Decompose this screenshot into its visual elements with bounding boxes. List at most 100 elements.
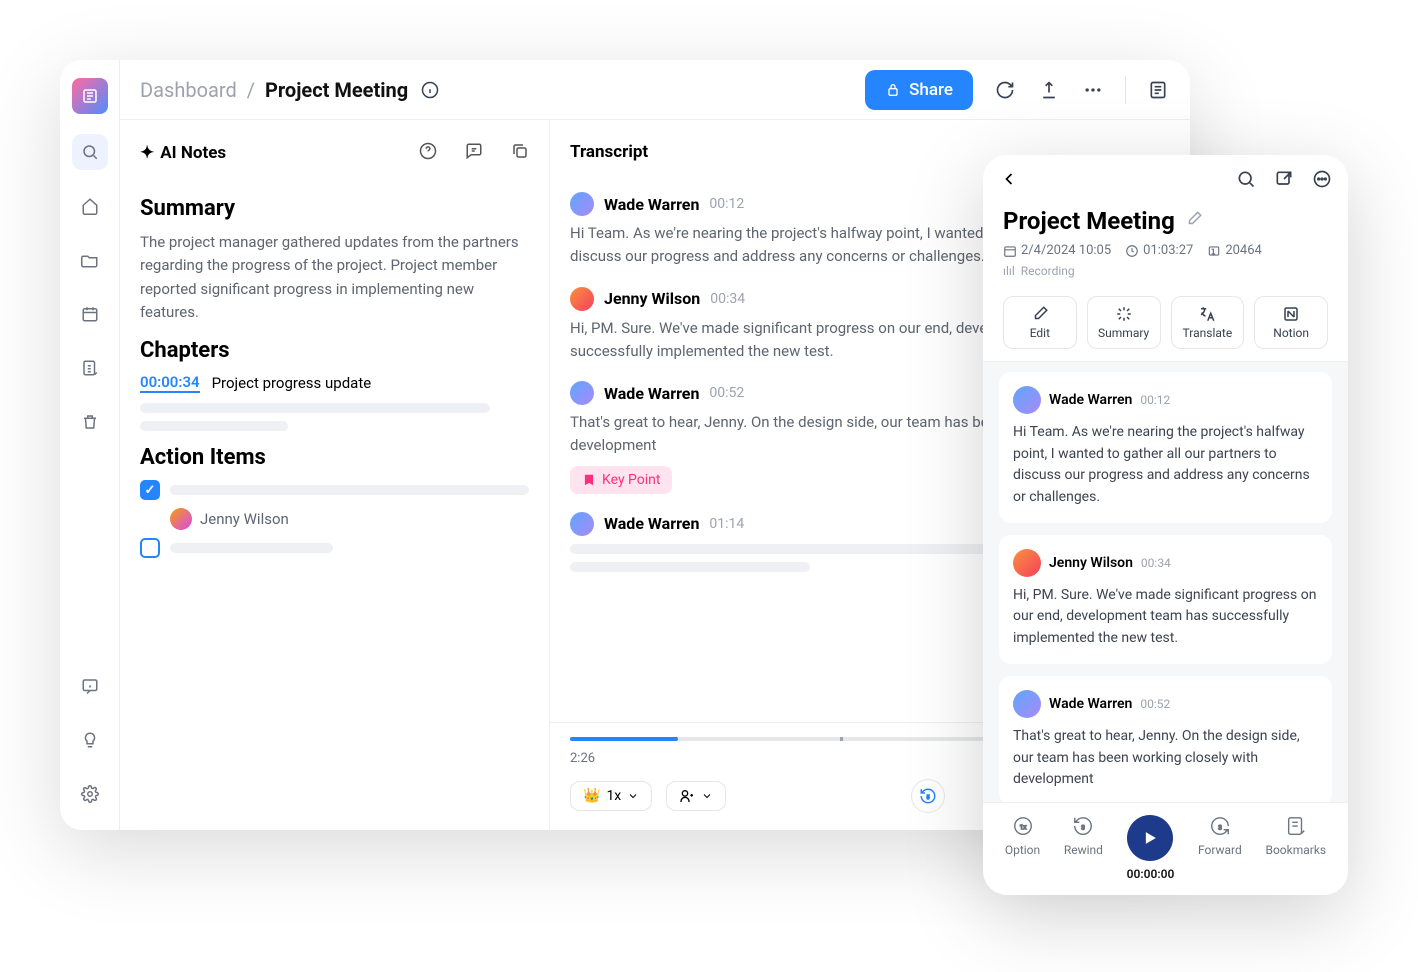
- mobile-title: Project Meeting: [1003, 207, 1175, 235]
- action-label: Edit: [1030, 326, 1050, 340]
- more-icon[interactable]: [1081, 78, 1105, 102]
- feedback-icon[interactable]: [72, 668, 108, 704]
- play-button[interactable]: [1127, 815, 1173, 861]
- mobile-transcript-body[interactable]: Wade Warren 00:12 Hi Team. As we're neari…: [983, 361, 1348, 802]
- home-icon[interactable]: [72, 188, 108, 224]
- upload-icon[interactable]: [1037, 78, 1061, 102]
- mobile-actions: Edit Summary Translate Notion: [983, 288, 1348, 361]
- breadcrumb-dashboard[interactable]: Dashboard: [140, 78, 237, 102]
- speaker-name: Wade Warren: [604, 384, 699, 403]
- trash-icon[interactable]: [72, 404, 108, 440]
- chevron-down-icon: [701, 790, 713, 802]
- idea-icon[interactable]: [72, 722, 108, 758]
- notes-list-icon[interactable]: [1146, 78, 1170, 102]
- folder-icon[interactable]: [72, 242, 108, 278]
- checklist-icon[interactable]: [72, 350, 108, 386]
- search-icon[interactable]: [72, 134, 108, 170]
- assignee-row: Jenny Wilson: [170, 508, 529, 530]
- svg-text:3: 3: [1082, 824, 1086, 832]
- speaker-name: Wade Warren: [1049, 392, 1132, 408]
- breadcrumb-current: Project Meeting: [265, 78, 408, 102]
- waveform-icon: ılıl: [1003, 264, 1015, 278]
- mobile-transcript-card[interactable]: Wade Warren 00:52 That's great to hear, J…: [999, 676, 1332, 802]
- mobile-meta: 2/4/2024 10:05 01:03:27 20464: [983, 235, 1348, 262]
- breadcrumb: Dashboard / Project Meeting: [140, 78, 442, 102]
- checkbox-unchecked[interactable]: [140, 538, 160, 558]
- card-text: That's great to hear, Jenny. On the desi…: [1013, 726, 1318, 791]
- recording-status: ılıl Recording: [983, 262, 1348, 288]
- sync-icon[interactable]: [993, 78, 1017, 102]
- speaker-name: Wade Warren: [604, 514, 699, 533]
- timestamp: 01:14: [709, 516, 744, 532]
- timestamp: 00:12: [1140, 393, 1170, 407]
- share-button[interactable]: Share: [865, 70, 973, 110]
- meta-date: 2/4/2024 10:05: [1021, 243, 1111, 258]
- edit-button[interactable]: Edit: [1003, 296, 1077, 349]
- mobile-player: 1x Option 3 Rewind 00:00:00 3 Forward Bo…: [983, 802, 1348, 895]
- breadcrumb-separator: /: [247, 78, 255, 102]
- player-label: Rewind: [1064, 843, 1103, 857]
- avatar: [570, 287, 594, 311]
- translate-button[interactable]: Translate: [1171, 296, 1245, 349]
- speaker-name: Wade Warren: [1049, 696, 1132, 712]
- mobile-transcript-card[interactable]: Wade Warren 00:12 Hi Team. As we're neari…: [999, 372, 1332, 523]
- rewind-button[interactable]: 3 Rewind: [1064, 815, 1103, 881]
- mobile-app-window: Project Meeting 2/4/2024 10:05 01:03:27 …: [983, 155, 1348, 895]
- action-label: Summary: [1098, 326, 1149, 340]
- speaker-selector[interactable]: [666, 781, 726, 811]
- meta-words: 20464: [1225, 243, 1262, 258]
- action-label: Translate: [1183, 326, 1233, 340]
- card-text: Hi Team. As we're nearing the project's …: [1013, 422, 1318, 509]
- speed-selector[interactable]: 👑 1x: [570, 781, 652, 811]
- placeholder: [140, 421, 288, 431]
- action-item[interactable]: [140, 480, 529, 500]
- card-text: Hi, PM. Sure. We've made significant pro…: [1013, 585, 1318, 650]
- copy-icon[interactable]: [511, 142, 529, 164]
- key-point-badge[interactable]: Key Point: [570, 466, 672, 494]
- summary-heading: Summary: [140, 196, 529, 221]
- chapter-item[interactable]: 00:00:34 Project progress update: [140, 373, 529, 393]
- progress-fill: [570, 737, 678, 741]
- mobile-transcript-card[interactable]: Jenny Wilson00:34 Hi, PM. Sure. We've ma…: [999, 535, 1332, 664]
- skip-back-button[interactable]: 5: [911, 779, 945, 813]
- meta-duration: 01:03:27: [1143, 243, 1193, 258]
- info-icon[interactable]: [418, 78, 442, 102]
- calendar-icon[interactable]: [72, 296, 108, 332]
- bookmarks-button[interactable]: Bookmarks: [1265, 815, 1326, 881]
- summary-button[interactable]: Summary: [1087, 296, 1161, 349]
- checkbox-checked[interactable]: [140, 480, 160, 500]
- player-label: Forward: [1198, 843, 1242, 857]
- placeholder: [170, 485, 529, 495]
- svg-text:3: 3: [1218, 824, 1222, 832]
- settings-icon[interactable]: [72, 776, 108, 812]
- timestamp: 00:52: [709, 385, 744, 401]
- search-icon[interactable]: [1236, 169, 1256, 193]
- divider: [1125, 76, 1126, 104]
- forward-button[interactable]: 3 Forward: [1198, 815, 1242, 881]
- timestamp: 00:52: [1140, 697, 1170, 711]
- chat-icon[interactable]: [465, 142, 483, 164]
- back-icon[interactable]: [999, 169, 1019, 193]
- edit-title-icon[interactable]: [1185, 210, 1203, 232]
- clock-icon: [1125, 244, 1139, 258]
- player-time: 00:00:00: [1127, 867, 1175, 881]
- sparkle-icon: ✦: [140, 143, 154, 163]
- notion-button[interactable]: Notion: [1254, 296, 1328, 349]
- more-icon[interactable]: [1312, 169, 1332, 193]
- ai-notes-pane: ✦ AI Notes Summary The project manager g…: [120, 120, 550, 830]
- calendar-icon: [1003, 244, 1017, 258]
- avatar: [570, 512, 594, 536]
- player-label: Bookmarks: [1265, 843, 1326, 857]
- avatar: [570, 381, 594, 405]
- progress-marker: [840, 737, 843, 741]
- ai-notes-label: AI Notes: [160, 143, 226, 163]
- topbar: Dashboard / Project Meeting Share: [120, 60, 1190, 120]
- action-item[interactable]: [140, 538, 529, 558]
- svg-text:5: 5: [927, 795, 930, 801]
- chapter-timestamp[interactable]: 00:00:34: [140, 373, 200, 393]
- share-icon[interactable]: [1274, 169, 1294, 193]
- help-icon[interactable]: [419, 142, 437, 164]
- timestamp: 00:34: [1141, 556, 1171, 570]
- app-logo[interactable]: [72, 78, 108, 114]
- option-button[interactable]: 1x Option: [1005, 815, 1040, 881]
